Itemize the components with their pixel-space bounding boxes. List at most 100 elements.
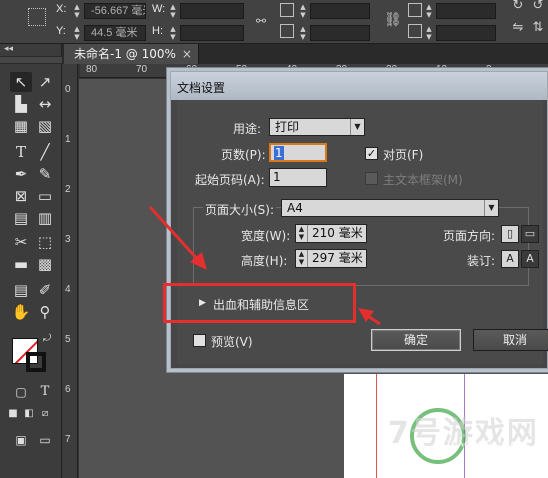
zoom-tool-icon[interactable]: ⚲ <box>34 302 56 322</box>
purpose-value: 打印 <box>275 120 300 134</box>
pages-field[interactable]: 1 <box>269 143 327 162</box>
cancel-button[interactable]: 取消 <box>473 329 548 351</box>
selection-tool-icon[interactable]: ↖ <box>10 72 32 92</box>
scale-y-stepper[interactable]: ▲ ▼ <box>298 25 308 41</box>
line-tool-icon[interactable]: ╱ <box>34 142 56 162</box>
document-tab-bar: 未命名-1 @ 100% × <box>62 44 548 64</box>
rotate-ccw-icon[interactable]: ↺ <box>530 0 546 18</box>
gradient-feather-tool-icon[interactable]: ▩ <box>34 254 56 274</box>
chevron-down-icon: ▼ <box>350 119 364 135</box>
scale-y-field[interactable] <box>310 25 370 41</box>
rectangle-tool-icon[interactable]: ▭ <box>34 186 56 206</box>
apply-gradient-icon[interactable]: ◧ <box>22 404 36 424</box>
type-tool-icon[interactable]: T <box>10 142 32 162</box>
rotate-icon[interactable] <box>408 3 422 17</box>
formatting-container-icon[interactable]: ▢ <box>10 382 32 402</box>
master-text-frame-checkbox[interactable] <box>365 172 378 185</box>
purpose-select[interactable]: 打印 ▼ <box>269 118 365 136</box>
chevron-down-icon: ▼ <box>484 200 498 216</box>
preview-label: 预览(V) <box>211 335 253 349</box>
gap-tool-icon[interactable]: ↔ <box>34 94 56 114</box>
pen-tool-icon[interactable]: ✒ <box>10 164 32 184</box>
free-transform-tool-icon[interactable]: ⬚ <box>34 232 56 252</box>
note-tool-icon[interactable]: ▤ <box>10 280 32 300</box>
w-field[interactable] <box>180 3 244 19</box>
direct-selection-tool-icon[interactable]: ↗ <box>34 72 56 92</box>
orientation-label: 页面方向: <box>443 229 496 243</box>
width-field[interactable]: ▲ ▼ 210 毫米 <box>295 224 367 243</box>
x-stepper[interactable]: ▲ ▼ <box>72 3 82 19</box>
grid-tool-icon[interactable]: ▥ <box>34 208 56 228</box>
link-scale-icon[interactable]: ⛓ <box>384 10 402 28</box>
y-field[interactable]: 44.5 毫米 <box>84 25 146 41</box>
left-binding-icon[interactable]: A <box>501 250 519 268</box>
constrain-proportions-icon[interactable]: ⚯ <box>254 12 268 28</box>
facing-pages-checkbox[interactable]: ✓ <box>365 147 378 160</box>
start-page-field[interactable]: 1 <box>269 168 327 187</box>
binding-label: 装订: <box>467 254 496 268</box>
formatting-text-icon[interactable]: T <box>34 382 56 402</box>
shear-stepper[interactable]: ▲ ▼ <box>424 25 434 41</box>
vertical-ruler[interactable]: 012345678 <box>62 64 78 478</box>
rotate-field[interactable] <box>436 3 496 19</box>
content-collector-icon[interactable]: ▦ <box>10 116 32 136</box>
reference-point-icon[interactable] <box>28 8 46 26</box>
page-size-label: 页面大小(S): <box>203 201 277 218</box>
scale-x-stepper[interactable]: ▲ ▼ <box>298 3 308 19</box>
screen-mode-icon[interactable]: ▣ <box>10 430 32 450</box>
w-stepper[interactable]: ▲ ▼ <box>168 3 178 19</box>
rectangle-frame-tool-icon[interactable]: ⊠ <box>10 186 32 206</box>
hand-tool-icon[interactable]: ✋ <box>10 302 32 322</box>
rotate-stepper[interactable]: ▲ ▼ <box>424 3 434 19</box>
scale-y-icon[interactable] <box>280 24 294 38</box>
flip-h-icon[interactable]: ⇋ <box>510 21 526 40</box>
shear-field[interactable] <box>436 25 496 41</box>
gradient-swatch-tool-icon[interactable]: ▬ <box>10 254 32 274</box>
landscape-orientation-icon[interactable]: ▭ <box>521 225 539 243</box>
height-field[interactable]: ▲ ▼ 297 毫米 <box>295 249 367 268</box>
screen-mode-menu-icon[interactable]: ▭ <box>34 430 56 450</box>
width-stepper[interactable]: ▲ ▼ <box>296 225 308 242</box>
page-size-select[interactable]: A4 ▼ <box>281 199 499 217</box>
ruler-tick: 80 <box>86 64 98 75</box>
x-field[interactable]: -56.667 毫米 <box>84 3 146 19</box>
height-stepper[interactable]: ▲ ▼ <box>296 250 308 267</box>
dialog-titlebar[interactable]: 文档设置 <box>171 72 547 100</box>
portrait-orientation-icon[interactable]: ▯ <box>501 225 519 243</box>
close-icon[interactable]: × <box>182 44 192 64</box>
width-value: 210 毫米 <box>312 226 363 240</box>
scissors-tool-icon[interactable]: ✂ <box>10 232 32 252</box>
content-placer-icon[interactable]: ▧ <box>34 116 56 136</box>
facing-pages-label: 对页(F) <box>383 148 424 162</box>
rotate-cw-icon[interactable]: ↻ <box>510 0 526 18</box>
scale-x-field[interactable] <box>310 3 370 19</box>
width-label: 宽度(W): <box>241 229 291 243</box>
apply-color-icon[interactable]: ■ <box>6 404 20 424</box>
x-label: X: <box>56 3 67 15</box>
page-tool-icon[interactable]: ▙ <box>10 94 32 114</box>
flip-v-icon[interactable]: ⇅ <box>530 21 546 40</box>
ok-button[interactable]: 确定 <box>371 329 461 351</box>
height-label: 高度(H): <box>241 254 288 268</box>
watermark-subtext: 7HAOYOUXIWANG <box>446 440 531 449</box>
stroke-swatch[interactable] <box>26 352 46 372</box>
eyedropper-tool-icon[interactable]: ✐ <box>34 280 56 300</box>
ruler-tick: 5 <box>65 334 71 345</box>
page-size-value: A4 <box>287 201 303 215</box>
start-page-value: 1 <box>273 170 281 184</box>
collapse-panel-icon[interactable]: ◂◂ <box>4 44 13 54</box>
preview-checkbox[interactable] <box>193 334 206 347</box>
y-stepper[interactable]: ▲ ▼ <box>72 25 82 41</box>
control-bar: X: ▲▼ -56.667 毫米 Y: ▲▼ 44.5 毫米 W: ▲▼ H: … <box>0 0 548 44</box>
shear-icon[interactable] <box>408 24 422 38</box>
apply-none-icon[interactable]: ⧄ <box>38 404 52 424</box>
h-stepper[interactable]: ▲ ▼ <box>168 25 178 41</box>
pencil-tool-icon[interactable]: ✎ <box>34 164 56 184</box>
right-binding-icon[interactable]: A <box>521 250 539 268</box>
panel-grip[interactable] <box>0 56 62 64</box>
h-field[interactable] <box>180 25 244 41</box>
swap-colors-icon[interactable]: ⤾ <box>40 332 54 346</box>
document-tab[interactable]: 未命名-1 @ 100% × <box>64 44 199 64</box>
scale-x-icon[interactable] <box>280 3 294 17</box>
table-tool-icon[interactable]: ▤ <box>10 208 32 228</box>
